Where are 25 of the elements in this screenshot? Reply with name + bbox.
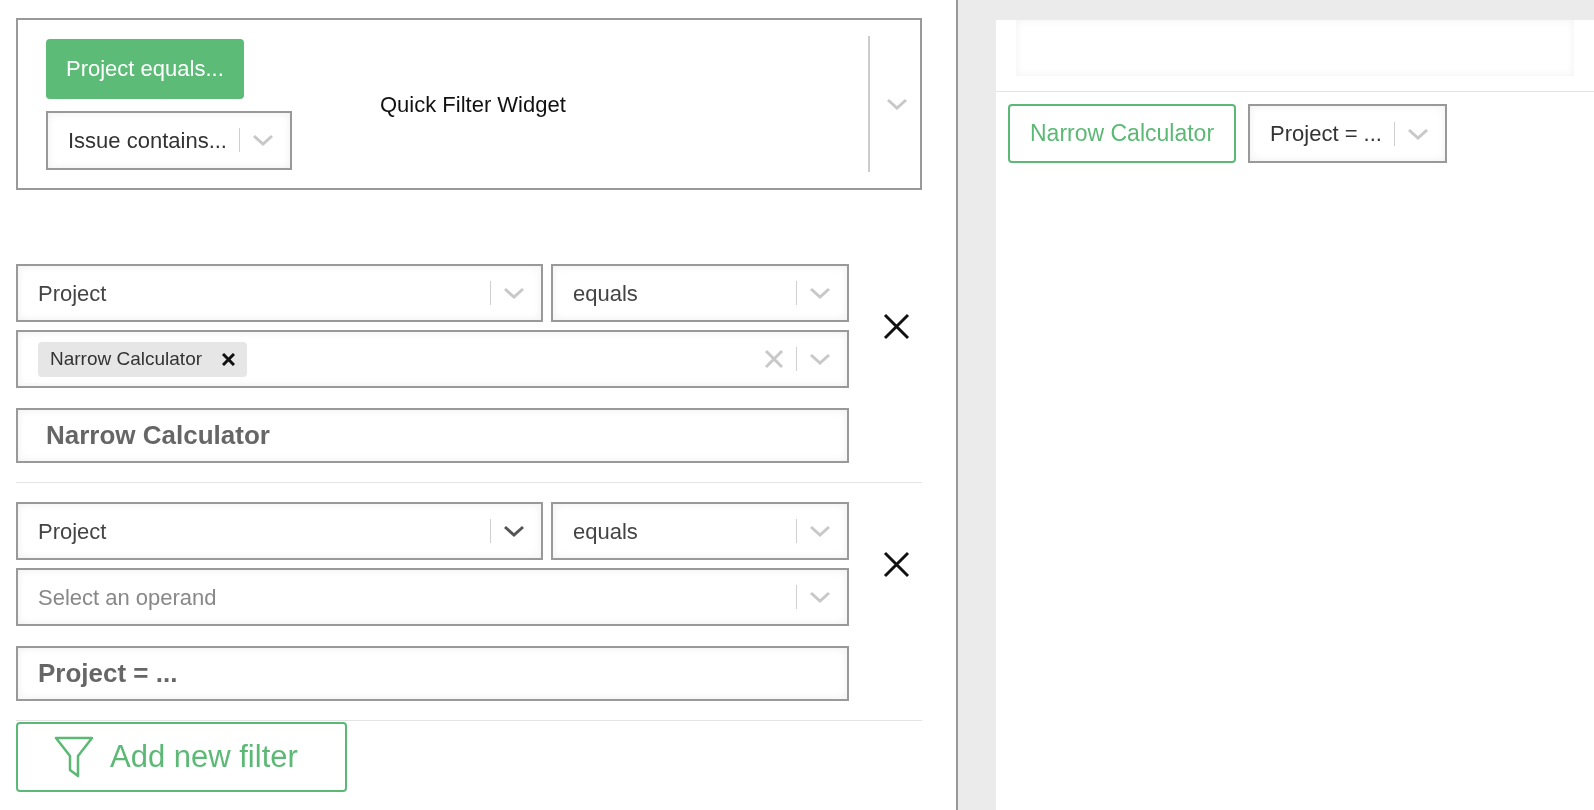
operand-select[interactable]: Narrow Calculator <box>16 330 849 388</box>
dropdown-label: Issue contains... <box>68 126 227 155</box>
clear-icon[interactable] <box>764 349 784 369</box>
operand-placeholder: Select an operand <box>38 583 217 612</box>
tag-label: Narrow Calculator <box>50 346 203 371</box>
select-value: equals <box>573 279 639 308</box>
widget-title: Quick Filter Widget <box>380 90 567 119</box>
field-select[interactable]: Project <box>16 264 543 322</box>
filter-dropdown[interactable]: Project = ... <box>1248 104 1447 163</box>
select-value: Project <box>38 517 108 546</box>
field-select[interactable]: Project <box>16 502 543 560</box>
filter-dropdown[interactable]: Issue contains... <box>46 110 292 170</box>
operator-select[interactable]: equals <box>551 502 849 560</box>
close-icon[interactable] <box>883 312 910 340</box>
funnel-icon <box>54 736 94 778</box>
chevron-down-icon[interactable] <box>503 524 525 538</box>
operand-select[interactable]: Select an operand <box>16 568 849 626</box>
remove-tag-icon[interactable] <box>222 352 236 366</box>
dropdown-label: Project = ... <box>1270 120 1382 148</box>
operator-select[interactable]: equals <box>551 264 849 322</box>
select-value: Project <box>38 279 108 308</box>
filter-name-input[interactable]: Project = ... <box>16 646 849 701</box>
select-value: equals <box>573 517 639 546</box>
filter-name-input[interactable]: Narrow Calculator <box>16 408 849 463</box>
close-icon[interactable] <box>883 550 910 578</box>
